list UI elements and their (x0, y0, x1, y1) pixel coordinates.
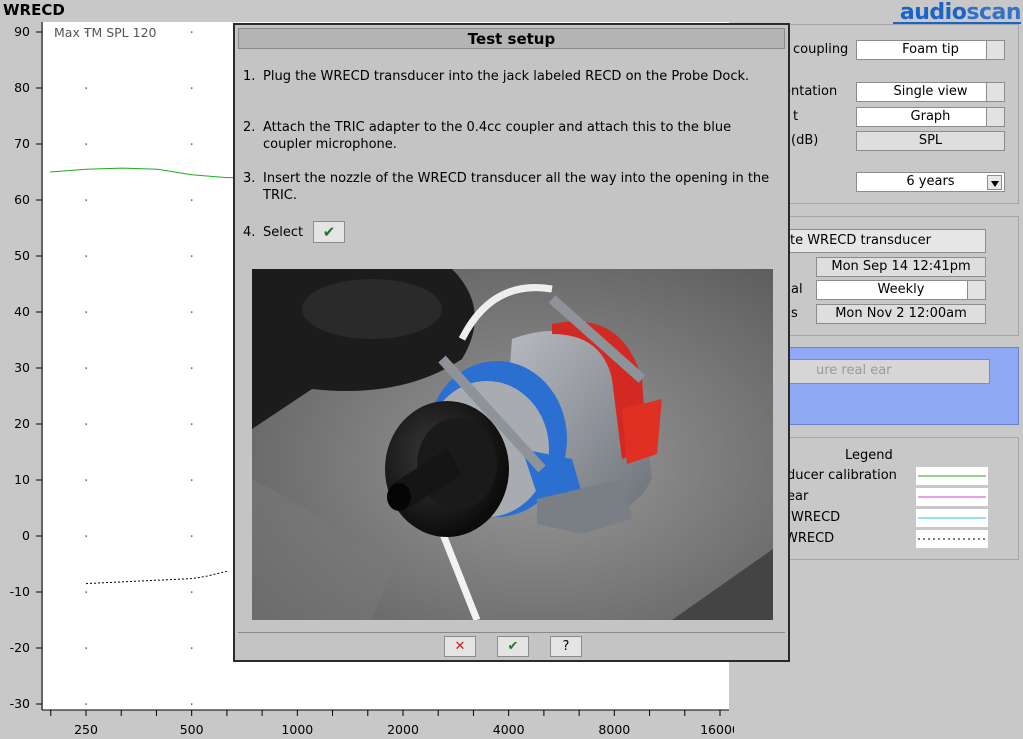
measure-real-ear-button[interactable]: ure real ear (773, 359, 990, 384)
x-tick-label: 250 (74, 722, 98, 737)
step-2-number: 2. (243, 120, 256, 135)
grid-dot (85, 367, 87, 369)
grid-dot (85, 703, 87, 705)
legend-swatches (916, 467, 988, 548)
presentation-select[interactable]: Single view (856, 82, 1005, 102)
grid-dot (85, 479, 87, 481)
presentation-dropdown-button[interactable] (986, 82, 1005, 102)
coupling-value: Foam tip (902, 42, 959, 57)
grid-dot (85, 87, 87, 89)
x-tick-label: 1000 (281, 722, 313, 737)
y-tick-label: -10 (10, 584, 30, 599)
next-due-label: s (791, 306, 798, 321)
scale-field: SPL (856, 131, 1005, 151)
interval-label: al (791, 282, 803, 297)
coupling-select[interactable]: Foam tip (856, 40, 1005, 60)
grid-dot (85, 591, 87, 593)
grid-dot (191, 311, 193, 313)
dialog-footer: ✕ ✔ ? (238, 632, 785, 658)
step-1-number: 1. (243, 69, 256, 84)
y-tick-label: 60 (14, 192, 30, 207)
grid-dot (191, 199, 193, 201)
y-tick-label: -30 (10, 696, 30, 711)
grid-dot (85, 535, 87, 537)
next-due-field: Mon Nov 2 12:00am (816, 304, 986, 324)
calibrate-wrecd-button[interactable]: ate WRECD transducer (773, 229, 986, 253)
presentation-value: Single view (893, 84, 968, 99)
dialog-title: Test setup (238, 28, 785, 49)
grid-dot (191, 367, 193, 369)
photo-illustration (252, 269, 773, 620)
grid-dot (85, 143, 87, 145)
format-dropdown-button[interactable] (986, 107, 1005, 127)
test-setup-dialog: Test setup 1. Plug the WRECD transducer … (233, 23, 790, 662)
grid-dot (191, 647, 193, 649)
step-2-text: Attach the TRIC adapter to the 0.4cc cou… (263, 120, 732, 152)
grid-dot (191, 31, 193, 33)
grid-dot (85, 311, 87, 313)
grid-dot (85, 199, 87, 201)
presentation-label: entation (783, 84, 838, 99)
ok-button[interactable]: ✔ (497, 636, 529, 657)
age-select[interactable]: 6 years (856, 172, 1005, 192)
y-ticks: 90 80 70 60 50 40 30 20 10 0 -10 -20 -30 (10, 24, 42, 711)
app-title: WRECD (3, 1, 65, 19)
last-calibrated-field: Mon Sep 14 12:41pm (816, 257, 986, 277)
legend-label-transducer-calibration: ducer calibration (787, 468, 897, 483)
y-tick-label: 80 (14, 80, 30, 95)
select-check-button[interactable]: ✔ (313, 221, 345, 243)
interval-select[interactable]: Weekly (816, 280, 986, 300)
interval-dropdown-button[interactable] (967, 280, 986, 300)
grid-dot (191, 535, 193, 537)
transducer-setup-photo (252, 269, 773, 620)
chevron-down-icon[interactable] (987, 175, 1002, 190)
grid-dot (191, 703, 193, 705)
x-tick-label: 500 (180, 722, 204, 737)
grid-dot (85, 423, 87, 425)
max-spl-annotation: Max TM SPL 120 (54, 25, 157, 40)
x-tick-label: 4000 (493, 722, 525, 737)
y-tick-label: 20 (14, 416, 30, 431)
step-4-number: 4. (243, 225, 256, 240)
step-3-number: 3. (243, 171, 256, 186)
y-tick-label: 0 (22, 528, 30, 543)
y-tick-label: 40 (14, 304, 30, 319)
grid-dot (85, 647, 87, 649)
x-tick-label: 2000 (387, 722, 419, 737)
legend-title: Legend (845, 448, 893, 463)
coupling-label: coupling (793, 42, 849, 57)
x-tick-label: 16000 (700, 722, 734, 737)
x-ticks: 250 500 1000 2000 4000 8000 16000 (50, 710, 734, 737)
grid-dot (191, 479, 193, 481)
y-tick-label: 30 (14, 360, 30, 375)
coupling-dropdown-button[interactable] (986, 40, 1005, 60)
scale-label: (dB) (791, 133, 819, 148)
grid-dot (191, 591, 193, 593)
age-value: 6 years (906, 174, 955, 189)
y-tick-label: 50 (14, 248, 30, 263)
grid-dot (191, 423, 193, 425)
grid-dot (191, 255, 193, 257)
legend-label-real-ear: ear (787, 489, 809, 504)
format-select[interactable]: Graph (856, 107, 1005, 127)
y-tick-label: 70 (14, 136, 30, 151)
grid-dot (85, 31, 87, 33)
y-tick-label: 10 (14, 472, 30, 487)
step-3-text: Insert the nozzle of the WRECD transduce… (263, 171, 770, 203)
legend-swatch-bg-4 (916, 530, 988, 548)
legend-label-wrecd-1: WRECD (791, 510, 841, 525)
format-value: Graph (910, 109, 951, 124)
grid-dot (191, 87, 193, 89)
interval-value: Weekly (877, 282, 925, 297)
y-tick-label: -20 (10, 640, 30, 655)
grid-dot (85, 255, 87, 257)
grid-dot (191, 143, 193, 145)
step-1-text: Plug the WRECD transducer into the jack … (263, 69, 750, 84)
help-button[interactable]: ? (550, 636, 582, 657)
format-label: t (793, 109, 799, 124)
legend-label-wrecd-2: WRECD (785, 531, 835, 546)
cancel-button[interactable]: ✕ (444, 636, 476, 657)
x-tick-label: 8000 (598, 722, 630, 737)
y-tick-label: 90 (14, 24, 30, 39)
